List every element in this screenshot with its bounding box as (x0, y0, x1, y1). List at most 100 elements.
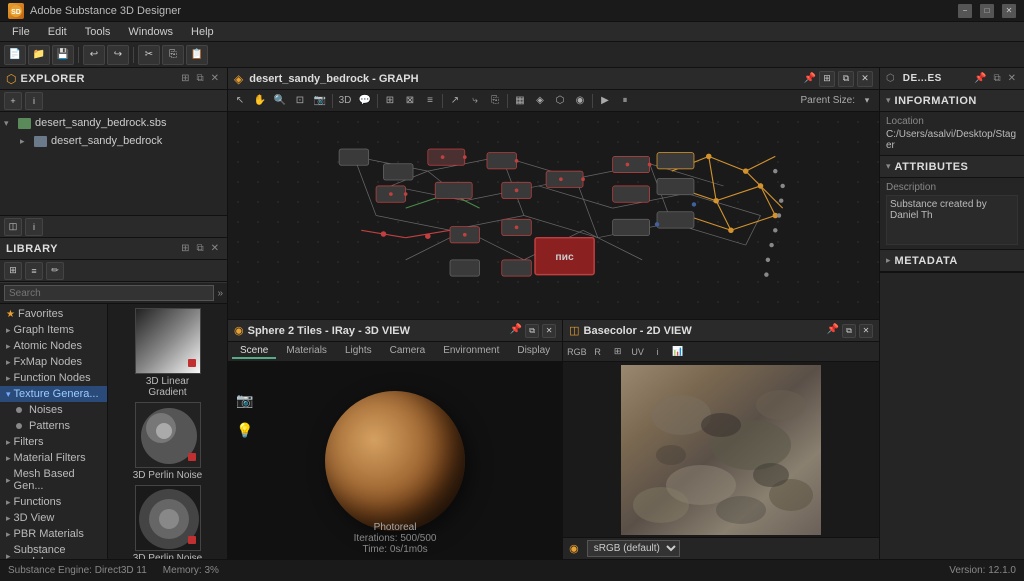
view-2d-close-btn[interactable]: ✕ (859, 324, 873, 338)
gtool-pipe[interactable]: ↗ (446, 92, 464, 110)
toolbar-copy[interactable]: ⎘ (162, 45, 184, 65)
gtool-pause[interactable]: ⏸ (616, 92, 634, 110)
lib-item-substance-model[interactable]: ▸ Substance model... (0, 542, 107, 559)
toolbar-paste[interactable]: 📋 (186, 45, 208, 65)
explorer-float-icon[interactable]: ⧉ (194, 73, 205, 84)
explorer-add-btn[interactable]: + (4, 92, 22, 110)
library-float-icon[interactable]: ⧉ (194, 243, 205, 254)
menu-help[interactable]: Help (183, 24, 222, 40)
2d-tile-btn[interactable]: ⊞ (609, 343, 627, 361)
info-close-icon[interactable]: ✕ (1006, 73, 1018, 84)
gtool-nav[interactable]: ↖ (231, 92, 249, 110)
gtool-t2[interactable]: ◈ (531, 92, 549, 110)
preview-thumb-1[interactable]: 3D Linear Gradient (112, 308, 223, 398)
preview-thumb-3[interactable]: 3D Perlin Noise ... (112, 485, 223, 559)
toolbar-save[interactable]: 💾 (52, 45, 74, 65)
explorer-info-btn[interactable]: i (25, 92, 43, 110)
toolbar-undo[interactable]: ↩ (83, 45, 105, 65)
graph-dock-btn[interactable]: ⊞ (819, 71, 835, 87)
tab-environment[interactable]: Environment (435, 344, 507, 359)
toolbar-redo[interactable]: ↪ (107, 45, 129, 65)
lib-item-atomic-nodes[interactable]: ▸ Atomic Nodes (0, 338, 107, 354)
library-close-icon[interactable]: ✕ (209, 243, 221, 254)
lib-view-grid[interactable]: ⊞ (4, 262, 22, 280)
tree-subfile-item[interactable]: ▸ desert_sandy_bedrock (0, 132, 227, 150)
tab-display[interactable]: Display (509, 344, 558, 359)
view-3d-close-btn[interactable]: ✕ (542, 324, 556, 338)
tree-file-name[interactable]: desert_sandy_bedrock.sbs (35, 117, 166, 129)
info-pin-icon[interactable]: 📌 (972, 73, 988, 84)
2d-chart-btn[interactable]: 📊 (669, 343, 687, 361)
view-3d-pin-icon[interactable]: 📌 (510, 324, 522, 338)
info-collapse-icon[interactable]: ▾ (886, 95, 891, 106)
explorer-close-icon[interactable]: ✕ (209, 73, 221, 84)
graph-canvas[interactable]: пис (228, 112, 879, 319)
gtool-comment[interactable]: 💬 (356, 92, 374, 110)
lib-item-functions[interactable]: ▸ Functions (0, 494, 107, 510)
preview-thumb-2[interactable]: 3D Perlin Noise (112, 402, 223, 481)
graph-close-btn[interactable]: ✕ (857, 71, 873, 87)
view-2d-content[interactable] (563, 362, 879, 537)
lib-item-3d-view[interactable]: ▸ 3D View (0, 510, 107, 526)
tab-materials[interactable]: Materials (278, 344, 335, 359)
gtool-t3[interactable]: ⬡ (551, 92, 569, 110)
gtool-3d[interactable]: 3D (336, 92, 354, 110)
toolbar-new[interactable]: 📄 (4, 45, 26, 65)
view-2d-float-btn[interactable]: ⧉ (842, 324, 856, 338)
lib-view-list[interactable]: ≡ (25, 262, 43, 280)
2d-channel-r[interactable]: R (589, 343, 607, 361)
gtool-grid[interactable]: ⊞ (381, 92, 399, 110)
tree-file-item[interactable]: ▾ desert_sandy_bedrock.sbs (0, 114, 227, 132)
gtool-t1[interactable]: ▦ (511, 92, 529, 110)
pin-icon[interactable]: 📌 (804, 73, 816, 84)
info-float-icon[interactable]: ⧉ (991, 73, 1002, 84)
gtool-snap[interactable]: ⊠ (401, 92, 419, 110)
explorer-dock-icon[interactable]: ⊞ (179, 73, 191, 84)
search-input[interactable] (4, 285, 214, 301)
toolbar-cut[interactable]: ✂ (138, 45, 160, 65)
view-3d-float-btn[interactable]: ⧉ (525, 324, 539, 338)
graph-float-btn[interactable]: ⧉ (838, 71, 854, 87)
lib-item-graph-items[interactable]: ▸ Graph Items (0, 322, 107, 338)
color-space-select[interactable]: sRGB (default) (587, 540, 680, 557)
gtool-zoom[interactable]: 🔍 (271, 92, 289, 110)
exp-tool-2[interactable]: i (25, 218, 43, 236)
search-go-icon[interactable]: » (217, 288, 223, 299)
tab-lights[interactable]: Lights (337, 344, 380, 359)
lib-item-favorites[interactable]: ★ Favorites (0, 306, 107, 322)
gtool-frame[interactable]: ⊡ (291, 92, 309, 110)
lib-item-texture-gen[interactable]: ▾ Texture Genera... (0, 386, 107, 402)
maximize-button[interactable]: □ (980, 4, 994, 18)
close-button[interactable]: ✕ (1002, 4, 1016, 18)
menu-tools[interactable]: Tools (77, 24, 119, 40)
lib-item-pbr[interactable]: ▸ PBR Materials (0, 526, 107, 542)
lib-item-patterns[interactable]: Patterns (0, 418, 107, 434)
gtool-t4[interactable]: ◉ (571, 92, 589, 110)
toolbar-open[interactable]: 📁 (28, 45, 50, 65)
attr-collapse-icon[interactable]: ▾ (886, 161, 891, 172)
minimize-button[interactable]: − (958, 4, 972, 18)
lib-item-material-filters[interactable]: ▸ Material Filters (0, 450, 107, 466)
lib-item-noises[interactable]: Noises (0, 402, 107, 418)
gtool-route[interactable]: ⤷ (466, 92, 484, 110)
gtool-export[interactable]: ⎘ (486, 92, 504, 110)
gtool-align[interactable]: ≡ (421, 92, 439, 110)
view-3d-content[interactable]: 📷 💡 Photoreal Iterations: 500/500 Time: … (228, 362, 562, 559)
2d-uv-btn[interactable]: UV (629, 343, 647, 361)
lib-pencil[interactable]: ✏ (46, 262, 64, 280)
lib-item-fxmap[interactable]: ▸ FxMap Nodes (0, 354, 107, 370)
lib-item-mesh-based[interactable]: ▸ Mesh Based Gen... (0, 466, 107, 494)
menu-edit[interactable]: Edit (40, 24, 75, 40)
gtool-pan[interactable]: ✋ (251, 92, 269, 110)
gtool-play[interactable]: ▶ (596, 92, 614, 110)
tab-camera[interactable]: Camera (382, 344, 434, 359)
2d-info-btn[interactable]: i (649, 343, 667, 361)
library-dock-icon[interactable]: ⊞ (179, 243, 191, 254)
2d-channel-rgb[interactable]: RGB (567, 343, 587, 361)
gtool-camera[interactable]: 📷 (311, 92, 329, 110)
view-2d-pin-icon[interactable]: 📌 (827, 324, 839, 338)
lib-item-function-nodes[interactable]: ▸ Function Nodes (0, 370, 107, 386)
lib-item-filters[interactable]: ▸ Filters (0, 434, 107, 450)
menu-windows[interactable]: Windows (120, 24, 181, 40)
meta-collapse-icon[interactable]: ▸ (886, 255, 891, 266)
